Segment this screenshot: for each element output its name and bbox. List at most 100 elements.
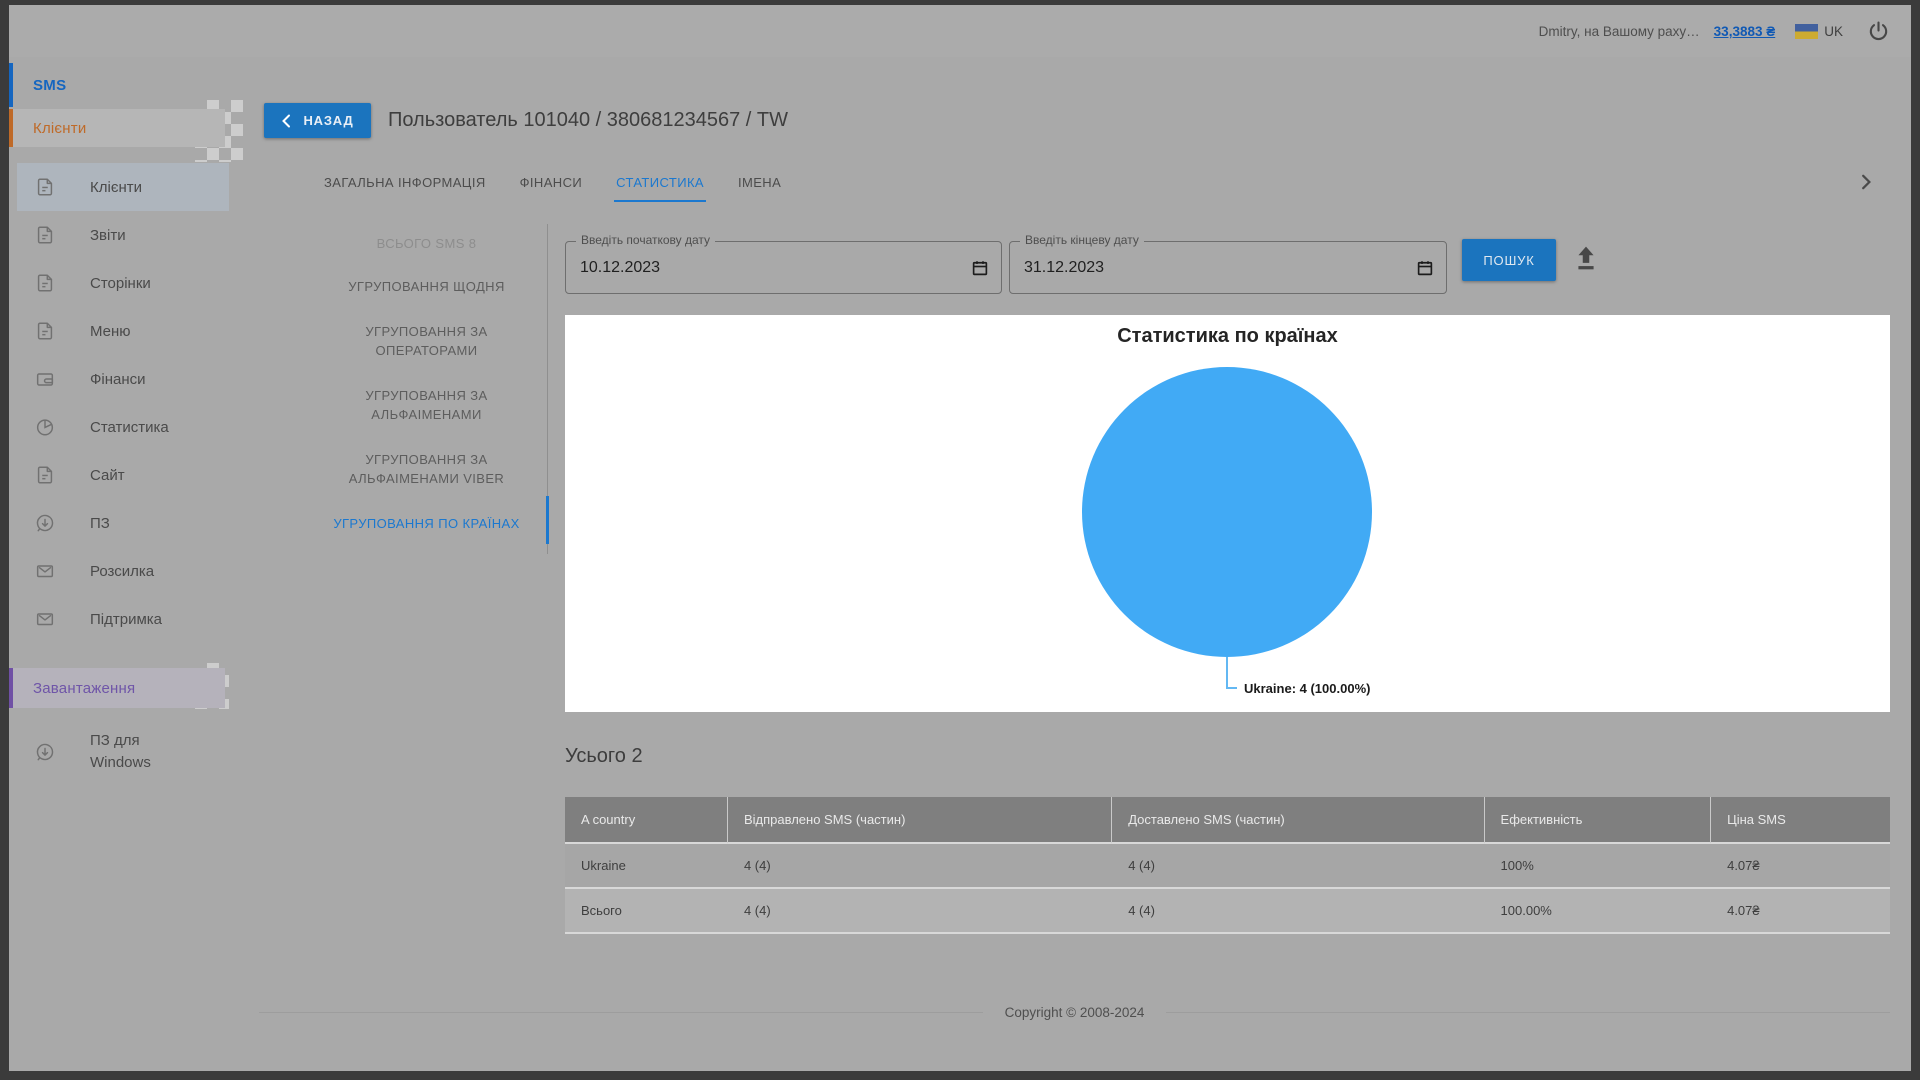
logout-button[interactable] — [1865, 18, 1891, 44]
pie-slice-ukraine[interactable] — [1082, 367, 1372, 657]
page-title: Пользователь 101040 / 380681234567 / TW — [388, 101, 788, 139]
tabs-scroll-right[interactable] — [1857, 173, 1875, 191]
date-from-field[interactable]: Введіть початкову дату 10.12.2023 — [565, 241, 1002, 294]
tab-statistics[interactable]: СТАТИСТИКА — [614, 163, 706, 202]
pie-callout-line — [1226, 687, 1237, 689]
language-selector[interactable]: UK — [1795, 24, 1843, 39]
sidebar-item-reports[interactable]: Звіти — [17, 211, 229, 259]
sidebar-item-label: Сайт — [90, 467, 125, 484]
chart-title: Статистика по країнах — [565, 315, 1890, 348]
table-row: Ukraine4 (4)4 (4)100%4.07₴ — [565, 844, 1890, 889]
sidebar-item-clients[interactable]: Клієнти — [17, 163, 229, 211]
table-cell: 4.07₴ — [1711, 844, 1890, 889]
section-label: Завантаження — [9, 680, 135, 697]
document-icon — [34, 320, 56, 342]
footer-divider — [1166, 1012, 1890, 1013]
table-cell: Ukraine — [565, 844, 728, 889]
column-header: A country — [565, 797, 728, 844]
sidebar-item-finance[interactable]: Фінанси — [17, 355, 229, 403]
sidebar-item-label: Меню — [90, 323, 131, 340]
table-header-row: A countryВідправлено SMS (частин)Доставл… — [565, 797, 1890, 844]
calendar-icon[interactable] — [1416, 259, 1434, 277]
mail-icon — [34, 560, 56, 582]
export-button[interactable] — [1572, 244, 1600, 276]
sidebar-item-label: Фінанси — [90, 371, 146, 388]
section-label: Клієнти — [9, 120, 86, 137]
language-label: UK — [1824, 24, 1843, 39]
table-row: Всього4 (4)4 (4)100.00%4.07₴ — [565, 889, 1890, 934]
sidebar-section-clients[interactable]: Клієнти — [9, 109, 225, 147]
sidebar-item-label: ПЗ — [90, 515, 110, 532]
table-cell: 4 (4) — [728, 844, 1112, 889]
footer: Copyright © 2008-2024 — [259, 1005, 1890, 1020]
sidebar-item-label: Сторінки — [90, 275, 151, 292]
section-accent-bar — [9, 109, 13, 147]
back-button[interactable]: НАЗАД — [264, 103, 371, 138]
document-icon — [34, 176, 56, 198]
pie-callout-label: Ukraine: 4 (100.00%) — [1244, 681, 1370, 696]
brand-accent-bar — [9, 63, 13, 107]
sidebar-item-label: Клієнти — [90, 179, 142, 196]
sidebar-item-support[interactable]: Підтримка — [17, 595, 229, 643]
table-cell: 4 (4) — [728, 889, 1112, 934]
sidebar-item-pages[interactable]: Сторінки — [17, 259, 229, 307]
sidebar-section-downloads[interactable]: Завантаження — [9, 668, 225, 708]
download-icon — [34, 741, 56, 763]
sidebar-item-software[interactable]: ПЗ — [17, 499, 229, 547]
tab-finance[interactable]: ФІНАНСИ — [518, 163, 584, 202]
table-total-heading: Усього 2 — [565, 745, 643, 768]
table-cell: 100% — [1485, 844, 1712, 889]
sms-total-label: ВСЬОГО SMS 8 — [377, 236, 477, 251]
topbar: Dmitry, на Вашому раху… 33,3883 ₴ UK — [9, 5, 1911, 57]
submenu-item-daily[interactable]: УГРУПОВАННЯ ЩОДНЯ — [327, 277, 527, 296]
chevron-left-icon — [281, 114, 291, 128]
document-icon — [34, 272, 56, 294]
submenu-active-indicator — [546, 496, 549, 544]
download-icon — [34, 512, 56, 534]
sidebar-item-software-windows[interactable]: ПЗ для Windows — [9, 720, 257, 784]
tab-bar: ЗАГАЛЬНА ІНФОРМАЦІЯ ФІНАНСИ СТАТИСТИКА ІМЕН… — [322, 163, 783, 202]
sidebar-item-label: Звіти — [90, 227, 126, 244]
table-cell: 4.07₴ — [1711, 889, 1890, 934]
sidebar-item-site[interactable]: Сайт — [17, 451, 229, 499]
pie-callout-line — [1226, 657, 1228, 689]
submenu-item-by-alpha-viber[interactable]: УГРУПОВАННЯ ЗА АЛЬФАІМЕНАМИ VIBER — [327, 450, 527, 488]
pie-icon — [34, 416, 56, 438]
search-button[interactable]: ПОШУК — [1462, 239, 1556, 281]
sidebar-item-label: Розсилка — [90, 563, 154, 580]
wallet-icon — [34, 368, 56, 390]
date-to-field[interactable]: Введіть кінцеву дату 31.12.2023 — [1009, 241, 1447, 294]
app-window: Dmitry, на Вашому раху… 33,3883 ₴ UK SMS… — [9, 5, 1911, 1071]
date-to-value[interactable]: 31.12.2023 — [1024, 242, 1104, 293]
submenu-item-by-countries[interactable]: УГРУПОВАННЯ ПО КРАЇНАХ — [327, 514, 527, 533]
chevron-right-icon — [1857, 173, 1875, 191]
column-header: Ефективність — [1485, 797, 1712, 844]
sidebar-menu: Клієнти Звіти Сторінки Меню Фінанси Статистик… — [9, 163, 257, 643]
sidebar-item-menu[interactable]: Меню — [17, 307, 229, 355]
countries-chart-panel: Статистика по країнах Ukraine: 4 (100.00… — [565, 315, 1890, 712]
tab-general[interactable]: ЗАГАЛЬНА ІНФОРМАЦІЯ — [322, 163, 488, 202]
sidebar-item-mailing[interactable]: Розсилка — [17, 547, 229, 595]
submenu-item-by-operators[interactable]: УГРУПОВАННЯ ЗА ОПЕРАТОРАМИ — [327, 322, 527, 360]
balance-link[interactable]: 33,3883 ₴ — [1714, 24, 1776, 39]
brand-label: SMS — [9, 77, 66, 94]
column-header: Ціна SMS — [1711, 797, 1890, 844]
date-from-value[interactable]: 10.12.2023 — [580, 242, 660, 293]
table-cell: 4 (4) — [1112, 889, 1484, 934]
table-cell: 100.00% — [1485, 889, 1712, 934]
calendar-icon[interactable] — [971, 259, 989, 277]
document-icon — [34, 464, 56, 486]
tab-names[interactable]: ІМЕНА — [736, 163, 783, 202]
main-content: НАЗАД Пользователь 101040 / 380681234567… — [257, 57, 1911, 1071]
table-cell: 4 (4) — [1112, 844, 1484, 889]
brand-sms[interactable]: SMS — [9, 63, 257, 107]
copyright-text: Copyright © 2008-2024 — [1005, 1005, 1145, 1020]
sidebar-item-label: Статистика — [90, 419, 169, 436]
mail-icon — [34, 608, 56, 630]
sidebar-item-stats[interactable]: Статистика — [17, 403, 229, 451]
upload-icon — [1573, 244, 1599, 273]
back-button-label: НАЗАД — [303, 113, 353, 128]
submenu-item-by-alphanames[interactable]: УГРУПОВАННЯ ЗА АЛЬФАІМЕНАМИ — [327, 386, 527, 424]
column-header: Доставлено SMS (частин) — [1112, 797, 1484, 844]
column-header: Відправлено SMS (частин) — [728, 797, 1112, 844]
